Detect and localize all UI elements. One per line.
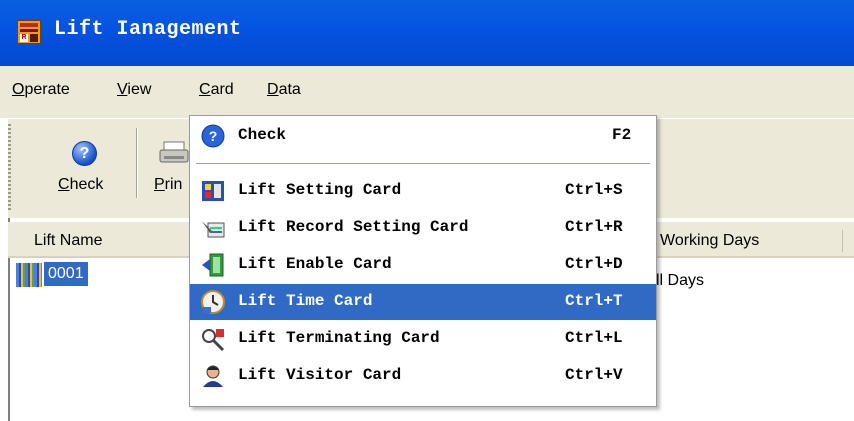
menu-item-shortcut: Ctrl+V [565, 366, 623, 384]
card-menu-dropdown: ? Check F2 Lift Setting Card Ctrl+S Lift… [189, 115, 657, 407]
menu-data[interactable]: Data [267, 81, 301, 99]
clock-card-icon [201, 290, 225, 314]
menu-view[interactable]: View [117, 81, 151, 99]
menu-item-shortcut: Ctrl+S [565, 181, 623, 199]
print-toolbar-label: Prin [154, 176, 183, 193]
column-header-lift-name[interactable]: Lift Name [34, 232, 102, 250]
menu-item-label: Check [238, 126, 287, 144]
menu-item-lift-setting-card[interactable]: Lift Setting Card Ctrl+S [190, 173, 656, 209]
app-icon: R [17, 20, 41, 44]
menu-item-lift-enable-card[interactable]: Lift Enable Card Ctrl+D [190, 247, 656, 283]
printer-icon [159, 141, 189, 163]
record-card-icon [202, 221, 225, 238]
toolbar-grip[interactable] [8, 124, 11, 210]
visitor-card-icon [203, 365, 223, 387]
menu-item-label: Lift Record Setting Card [238, 218, 469, 236]
menu-item-lift-visitor-card[interactable]: Lift Visitor Card Ctrl+V [190, 358, 656, 394]
window-title: Lift Ianagement [54, 18, 242, 41]
help-icon: ? [72, 141, 97, 166]
menu-card[interactable]: Card [199, 81, 234, 99]
menu-item-label: Lift Terminating Card [238, 329, 440, 347]
column-divider[interactable] [842, 230, 843, 252]
setting-card-icon [202, 181, 224, 201]
svg-text:?: ? [209, 128, 218, 144]
title-bar[interactable]: R Lift Ianagement [0, 0, 854, 66]
menu-item-lift-time-card[interactable]: Lift Time Card Ctrl+T [190, 284, 656, 320]
check-toolbar-label: Check [58, 176, 104, 193]
terminating-card-icon [202, 329, 225, 352]
menu-item-label: Lift Visitor Card [238, 366, 402, 384]
lift-row-icon [16, 263, 42, 287]
menu-item-check[interactable]: ? Check F2 [190, 118, 656, 154]
toolbar-separator [136, 128, 137, 198]
menu-item-shortcut: Ctrl+D [565, 255, 623, 273]
menu-bar: Operate View Card Data [0, 66, 854, 118]
menu-separator [196, 163, 650, 164]
menu-item-label: Lift Setting Card [238, 181, 402, 199]
print-toolbar-button[interactable] [146, 126, 191, 206]
menu-item-label: Lift Enable Card [238, 255, 392, 273]
help-icon: ? [201, 124, 225, 148]
menu-item-lift-record-setting-card[interactable]: Lift Record Setting Card Ctrl+R [190, 210, 656, 246]
column-header-working-days[interactable]: Working Days [660, 232, 759, 250]
check-toolbar-button[interactable] [40, 126, 130, 206]
enable-card-icon [202, 253, 224, 277]
menu-item-lift-terminating-card[interactable]: Lift Terminating Card Ctrl+L [190, 321, 656, 357]
menu-item-shortcut: Ctrl+R [565, 218, 623, 236]
lift-row-working-days: ll Days [656, 272, 705, 289]
menu-item-label: Lift Time Card [238, 292, 373, 310]
menu-item-shortcut: F2 [612, 126, 632, 144]
menu-item-shortcut: Ctrl+L [565, 329, 623, 347]
menu-item-shortcut: Ctrl+T [565, 292, 623, 310]
lift-row-name[interactable]: 0001 [43, 261, 89, 287]
menu-operate[interactable]: Operate [12, 81, 70, 99]
